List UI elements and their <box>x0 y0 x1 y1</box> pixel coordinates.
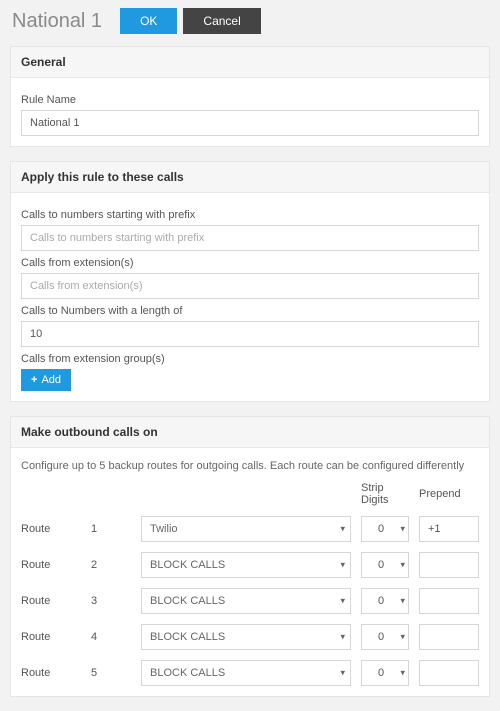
route-index: 4 <box>91 631 131 643</box>
prepend-input-2[interactable] <box>419 552 479 578</box>
strip-header: Strip Digits <box>361 482 409 506</box>
from-ext-label: Calls from extension(s) <box>21 257 479 269</box>
from-ext-input[interactable] <box>21 273 479 299</box>
routes-grid: Strip Digits Prepend Route 1 Twilio Rout… <box>21 482 479 686</box>
strip-input-5[interactable] <box>361 660 409 686</box>
ext-group-label: Calls from extension group(s) <box>21 353 479 365</box>
strip-input-1[interactable] <box>361 516 409 542</box>
strip-input-4[interactable] <box>361 624 409 650</box>
route-index: 3 <box>91 595 131 607</box>
plus-icon: + <box>31 374 37 386</box>
add-button-label: Add <box>41 374 61 386</box>
strip-input-3[interactable] <box>361 588 409 614</box>
route-select-3[interactable]: BLOCK CALLS <box>141 588 351 614</box>
prepend-input-3[interactable] <box>419 588 479 614</box>
outbound-panel: Make outbound calls on Configure up to 5… <box>10 416 490 697</box>
apply-panel: Apply this rule to these calls Calls to … <box>10 161 490 402</box>
prepend-input-4[interactable] <box>419 624 479 650</box>
route-select-4[interactable]: BLOCK CALLS <box>141 624 351 650</box>
route-label: Route <box>21 559 81 571</box>
cancel-button[interactable]: Cancel <box>183 8 260 34</box>
apply-panel-header: Apply this rule to these calls <box>11 162 489 193</box>
route-select-5[interactable]: BLOCK CALLS <box>141 660 351 686</box>
route-select-1[interactable]: Twilio <box>141 516 351 542</box>
page-title: National 1 <box>12 10 102 33</box>
prepend-header: Prepend <box>419 488 479 500</box>
rule-name-input[interactable] <box>21 110 479 136</box>
rule-name-label: Rule Name <box>21 94 479 106</box>
route-select-2[interactable]: BLOCK CALLS <box>141 552 351 578</box>
strip-input-2[interactable] <box>361 552 409 578</box>
general-panel: General Rule Name <box>10 46 490 147</box>
route-index: 5 <box>91 667 131 679</box>
outbound-desc: Configure up to 5 backup routes for outg… <box>21 460 479 472</box>
prefix-label: Calls to numbers starting with prefix <box>21 209 479 221</box>
add-ext-group-button[interactable]: + Add <box>21 369 71 391</box>
general-panel-header: General <box>11 47 489 78</box>
prepend-input-1[interactable] <box>419 516 479 542</box>
outbound-panel-header: Make outbound calls on <box>11 417 489 448</box>
route-label: Route <box>21 631 81 643</box>
prefix-input[interactable] <box>21 225 479 251</box>
length-input[interactable] <box>21 321 479 347</box>
route-index: 2 <box>91 559 131 571</box>
route-label: Route <box>21 595 81 607</box>
prepend-input-5[interactable] <box>419 660 479 686</box>
route-label: Route <box>21 667 81 679</box>
ok-button[interactable]: OK <box>120 8 177 34</box>
top-bar: National 1 OK Cancel <box>0 0 500 46</box>
route-index: 1 <box>91 523 131 535</box>
route-label: Route <box>21 523 81 535</box>
length-label: Calls to Numbers with a length of <box>21 305 479 317</box>
